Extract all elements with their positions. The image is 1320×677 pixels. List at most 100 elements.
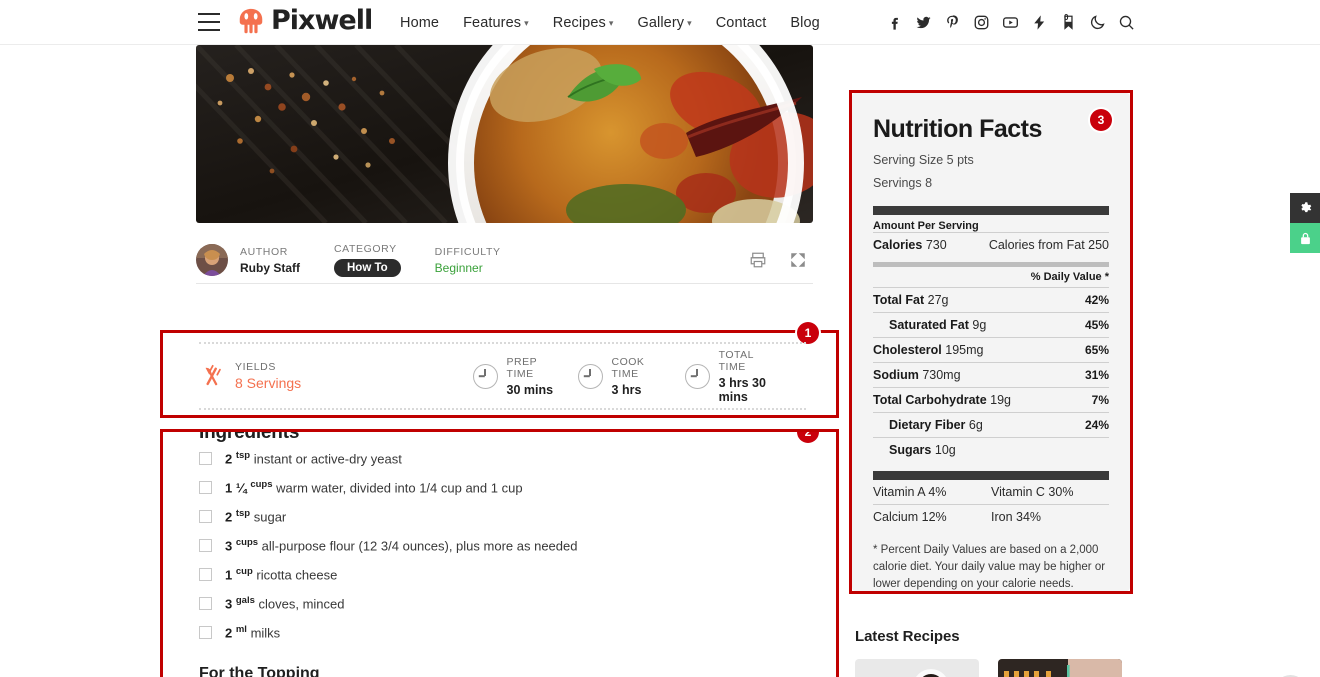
nutrient-name: Sodium: [873, 368, 919, 382]
lightning-icon[interactable]: [1031, 14, 1048, 31]
ingredient-checkbox[interactable]: [199, 452, 212, 465]
calories-row: Calories 730 Calories from Fat 250: [873, 233, 1109, 257]
vitamin-row: Calcium 12% Iron 34%: [873, 505, 1109, 529]
gear-icon: [1300, 201, 1311, 212]
ingredient-checkbox[interactable]: [199, 568, 212, 581]
latest-recipe-thumbnail-1[interactable]: [855, 659, 979, 677]
ingredient-unit: cups: [250, 479, 273, 491]
nutrient-name: Saturated Fat: [889, 318, 969, 332]
purchase-side-button[interactable]: [1290, 223, 1320, 253]
ingredient-text: 1 ¼ cups warm water, divided into 1/4 cu…: [225, 479, 523, 496]
ingredient-row[interactable]: 2 ml milks: [199, 618, 799, 647]
nutrition-facts-section: Nutrition Facts Serving Size 5 pts Servi…: [849, 90, 1133, 594]
difficulty-block: DIFFICULTY Beginner: [435, 246, 501, 275]
prep-time-value: 30 mins: [506, 382, 554, 397]
ingredient-desc: sugar: [253, 509, 287, 525]
nav-item-features[interactable]: Features ▾: [463, 15, 529, 31]
cook-time-block: COOK TIME 3 hrs: [577, 356, 661, 397]
twitter-icon[interactable]: [915, 14, 932, 31]
ingredient-checkbox[interactable]: [199, 626, 212, 639]
category-label: CATEGORY: [334, 243, 397, 255]
site-logo[interactable]: Pixwell: [236, 6, 373, 36]
category-block: CATEGORY How To: [334, 243, 401, 277]
hamburger-menu-icon[interactable]: [198, 13, 220, 31]
yields-block: YIELDS 8 Servings: [199, 361, 473, 391]
bookmark-icon[interactable]: 0: [1060, 13, 1077, 31]
ingredient-row[interactable]: 2 tsp instant or active-dry yeast: [199, 444, 799, 473]
bookmark-count: 0: [1064, 13, 1069, 22]
ingredient-text: 2 tsp sugar: [225, 508, 286, 525]
youtube-icon[interactable]: [1002, 14, 1019, 31]
chevron-down-icon: ▾: [608, 18, 614, 28]
category-pill[interactable]: How To: [334, 259, 401, 277]
moon-icon[interactable]: [1089, 14, 1106, 31]
ingredient-checkbox[interactable]: [199, 539, 212, 552]
nav-item-recipes[interactable]: Recipes ▾: [553, 15, 614, 31]
ingredient-row[interactable]: 3 cups all-purpose flour (12 3/4 ounces)…: [199, 531, 799, 560]
instagram-icon[interactable]: [973, 14, 990, 31]
clock-icon: [577, 363, 603, 389]
ingredient-desc: ricotta cheese: [256, 567, 338, 583]
ingredient-row[interactable]: 1 ¼ cups warm water, divided into 1/4 cu…: [199, 473, 799, 502]
nutrient-name: Cholesterol: [873, 343, 942, 357]
nutrition-row: Cholesterol 195mg 65%: [873, 338, 1109, 362]
difficulty-label: DIFFICULTY: [434, 245, 501, 258]
highlight-badge-2: 2: [797, 432, 819, 443]
pinterest-icon[interactable]: [944, 14, 961, 31]
author-block: AUTHOR Ruby Staff: [240, 246, 300, 275]
nutrition-row: Saturated Fat 9g 45%: [873, 313, 1109, 337]
nav-item-blog[interactable]: Blog: [790, 15, 819, 31]
site-header: Pixwell Home Features ▾ Recipes ▾ Galler…: [0, 0, 1320, 45]
nutrient-amount: 195mg: [945, 343, 984, 357]
ingredient-desc: instant or active-dry yeast: [253, 451, 402, 467]
ingredient-row[interactable]: 1 cup ricotta cheese: [199, 560, 799, 589]
author-avatar[interactable]: [196, 244, 228, 276]
chevron-down-icon: ▾: [524, 18, 529, 28]
nav-label: Features: [463, 14, 522, 31]
expand-icon[interactable]: [789, 251, 807, 269]
nutrition-row: Sodium 730mg 31%: [873, 363, 1109, 387]
total-time-value: 3 hrs 30 mins: [718, 375, 766, 404]
ingredient-desc: warm water, divided into 1/4 cup and 1 c…: [276, 480, 523, 496]
nutrient-amount: 9g: [972, 318, 987, 332]
nutrition-row: Sugars 10g: [873, 438, 1109, 462]
facebook-icon[interactable]: [886, 14, 903, 31]
print-icon[interactable]: [749, 251, 767, 269]
nutrient-amount: 6g: [968, 418, 983, 432]
ingredient-checkbox[interactable]: [199, 510, 212, 523]
latest-recipe-thumbnail-2[interactable]: [998, 659, 1122, 677]
nutrition-divider-thick: [873, 471, 1109, 480]
nutrition-divider-thick: [873, 206, 1109, 215]
ingredient-checkbox[interactable]: [199, 481, 212, 494]
nutrient-name: Total Fat: [873, 293, 925, 307]
ingredient-row[interactable]: 2 tsp sugar: [199, 502, 799, 531]
settings-side-button[interactable]: [1290, 193, 1320, 223]
hero-food-photo: [196, 45, 813, 223]
nav-item-home[interactable]: Home: [400, 15, 439, 31]
ingredient-qty: 3: [225, 538, 233, 554]
ingredient-desc: all-purpose flour (12 3/4 ounces), plus …: [261, 538, 578, 554]
author-name[interactable]: Ruby Staff: [240, 261, 300, 275]
ingredient-qty: 1: [225, 567, 233, 583]
ingredient-row[interactable]: 3 gals cloves, minced: [199, 589, 799, 618]
vitamin-right: Vitamin C 30%: [991, 485, 1074, 499]
search-icon[interactable]: [1118, 14, 1135, 31]
nutrition-footnote: * Percent Daily Values are based on a 2,…: [873, 544, 1106, 591]
header-icon-group: 0: [886, 0, 1135, 45]
ingredient-qty: 2: [225, 451, 233, 467]
ingredient-checkbox[interactable]: [199, 597, 212, 610]
ingredient-text: 2 tsp instant or active-dry yeast: [225, 450, 402, 467]
ingredient-desc: cloves, minced: [258, 596, 345, 612]
nutrient-pct: 31%: [1084, 368, 1109, 382]
ingredient-desc: milks: [250, 625, 281, 641]
recipe-hero-image: [196, 45, 813, 223]
ingredient-unit: tsp: [235, 450, 251, 462]
nav-label: Blog: [790, 14, 820, 31]
author-label: AUTHOR: [240, 245, 288, 258]
nav-item-contact[interactable]: Contact: [716, 15, 767, 31]
daily-value-header: % Daily Value *: [1030, 271, 1109, 283]
total-time-block: TOTAL TIME 3 hrs 30 mins: [684, 349, 782, 404]
nav-item-gallery[interactable]: Gallery ▾: [637, 15, 691, 31]
recipe-action-group: [749, 251, 813, 269]
ingredient-text: 3 gals cloves, minced: [225, 595, 344, 612]
